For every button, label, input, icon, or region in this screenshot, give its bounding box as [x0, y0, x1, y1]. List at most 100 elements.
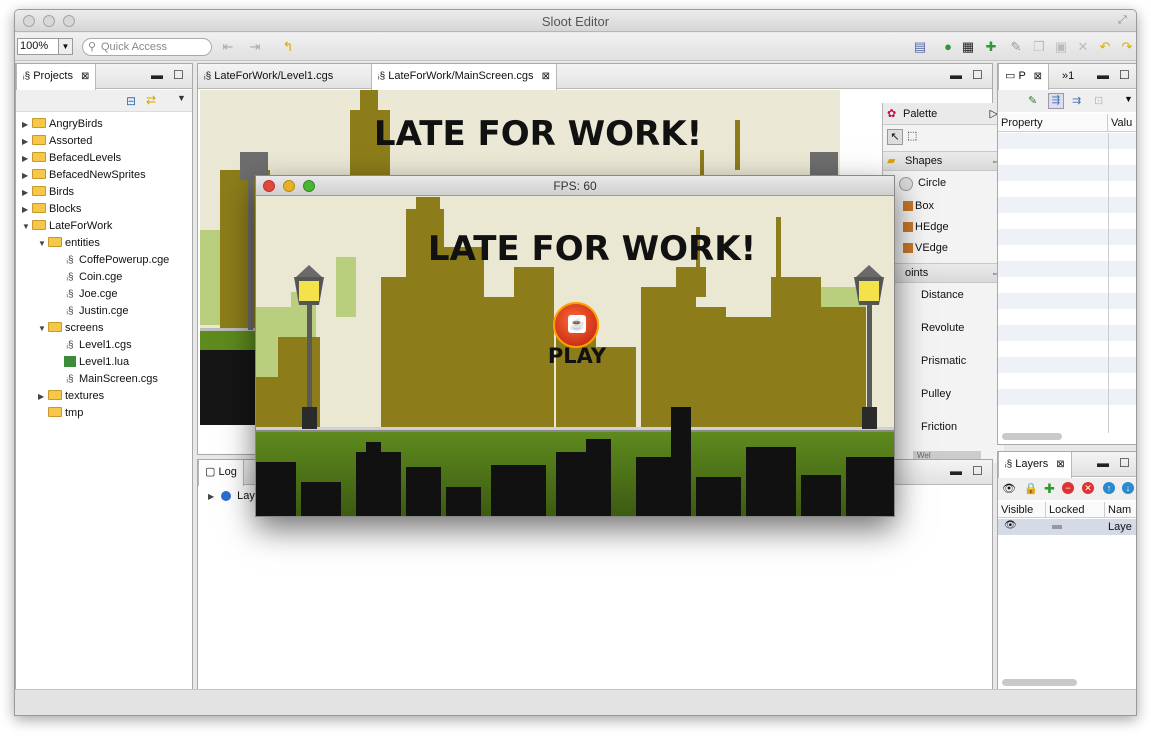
- tree-item[interactable]: ᵢ§ MainScreen.cgs: [22, 371, 169, 388]
- expand-icon[interactable]: ▶: [208, 492, 218, 501]
- tab-mainscreen[interactable]: ᵢ§ LateForWork/MainScreen.cgs ⊠: [371, 64, 557, 90]
- tree-item[interactable]: ▶ BefacedNewSprites: [22, 167, 169, 184]
- grid-icon[interactable]: ▦: [960, 39, 976, 55]
- filter-icon[interactable]: ⇉: [1072, 94, 1081, 107]
- tree-item[interactable]: ▶ Birds: [22, 184, 169, 201]
- palette-item-circle[interactable]: Circle: [883, 173, 1004, 194]
- palette-item-hedge[interactable]: HEdge: [883, 217, 1004, 238]
- tree-item[interactable]: ▶ textures: [22, 388, 169, 405]
- forward-nav-icon[interactable]: ⇥: [247, 39, 263, 55]
- expand-icon[interactable]: ▶: [22, 167, 32, 184]
- palette-item-pulley[interactable]: Pulley: [883, 384, 1004, 405]
- expand-icon[interactable]: ▶: [22, 201, 32, 218]
- expand-icon[interactable]: ▶: [22, 116, 32, 133]
- eye-icon[interactable]: 👁: [1002, 482, 1016, 495]
- delete-layer-icon[interactable]: ✕: [1082, 482, 1094, 494]
- maximize-icon[interactable]: ☐: [972, 464, 983, 478]
- palette-item-prismatic[interactable]: Prismatic: [883, 351, 1004, 372]
- last-edit-icon[interactable]: ↰: [280, 39, 296, 55]
- link-editor-icon[interactable]: ⇄: [146, 93, 156, 107]
- property-row[interactable]: [998, 261, 1136, 277]
- tab-projects[interactable]: ᵢ§ Projects ⊠: [16, 64, 97, 90]
- tree-item[interactable]: ▼ entities: [22, 235, 169, 252]
- property-row[interactable]: [998, 277, 1136, 293]
- value-column-header[interactable]: Valu: [1108, 114, 1136, 132]
- close-icon[interactable]: ⊠: [1056, 459, 1064, 470]
- property-row[interactable]: [998, 357, 1136, 373]
- view-menu-icon[interactable]: ▼: [1124, 94, 1133, 104]
- maximize-icon[interactable]: ☐: [972, 68, 983, 82]
- expand-icon[interactable]: ▶: [38, 388, 48, 405]
- property-row[interactable]: [998, 373, 1136, 389]
- pin-icon[interactable]: ✎: [1028, 94, 1037, 107]
- zoom-select[interactable]: 100% ▼: [17, 38, 73, 55]
- maximize-icon[interactable]: ☐: [1119, 68, 1130, 82]
- palette-item-distance[interactable]: Distance: [883, 285, 1004, 306]
- redo-icon[interactable]: ↷: [1119, 39, 1135, 55]
- delete-icon[interactable]: ✕: [1075, 39, 1091, 55]
- copy-icon[interactable]: ❐: [1031, 39, 1047, 55]
- property-row[interactable]: [998, 325, 1136, 341]
- undo-icon[interactable]: ↶: [1097, 39, 1113, 55]
- palette-item-revolute[interactable]: Revolute: [883, 318, 1004, 339]
- tree-item[interactable]: Level1.lua: [22, 354, 169, 371]
- horizontal-scrollbar[interactable]: [1002, 433, 1062, 440]
- collapse-icon[interactable]: ▼: [22, 218, 32, 235]
- restore-default-icon[interactable]: ⊡: [1094, 94, 1103, 107]
- lock-icon[interactable]: 🔒: [1024, 482, 1038, 495]
- play-label[interactable]: PLAY: [541, 344, 613, 368]
- property-row[interactable]: [998, 229, 1136, 245]
- expand-icon[interactable]: ▶: [22, 133, 32, 150]
- tree-item[interactable]: ▶ Assorted: [22, 133, 169, 150]
- collapse-all-icon[interactable]: ⊟: [126, 94, 136, 108]
- maximize-icon[interactable]: ☐: [1119, 456, 1130, 470]
- tree-item[interactable]: ▼ LateForWork: [22, 218, 169, 235]
- minimize-icon[interactable]: ▬: [950, 464, 962, 478]
- shapes-drawer[interactable]: ▰ Shapes ⇔: [883, 151, 1004, 171]
- tree-item[interactable]: ᵢ§ Level1.cgs: [22, 337, 169, 354]
- maximize-icon[interactable]: ☐: [173, 68, 184, 82]
- log-tree-item[interactable]: ▶ Laye: [208, 490, 261, 502]
- wand-icon[interactable]: ✎: [1008, 39, 1024, 55]
- collapse-icon[interactable]: ▼: [38, 235, 48, 252]
- property-row[interactable]: [998, 213, 1136, 229]
- property-row[interactable]: [998, 165, 1136, 181]
- property-row[interactable]: [998, 181, 1136, 197]
- palette-item-box[interactable]: Box: [883, 196, 1004, 217]
- back-nav-icon[interactable]: ⇤: [220, 39, 236, 55]
- quick-access-input[interactable]: ⚲ Quick Access: [82, 38, 212, 56]
- minimize-icon[interactable]: ▬: [950, 68, 962, 82]
- close-icon[interactable]: ⊠: [1034, 71, 1042, 82]
- minimize-icon[interactable]: ▬: [1097, 68, 1109, 82]
- play-button[interactable]: ☕: [553, 302, 599, 348]
- tab-layers[interactable]: ᵢ§ Layers ⊠: [998, 452, 1072, 478]
- palette-item-friction[interactable]: Friction: [883, 417, 1004, 438]
- property-row[interactable]: [998, 149, 1136, 165]
- visible-eye-icon[interactable]: 👁: [1004, 520, 1017, 531]
- property-row[interactable]: [998, 405, 1136, 421]
- palette-item-vedge[interactable]: VEdge: [883, 238, 1004, 259]
- tab-log[interactable]: ▢ Log: [198, 460, 244, 486]
- collapse-icon[interactable]: ▼: [38, 320, 48, 337]
- name-column-header[interactable]: Nam: [1105, 502, 1136, 518]
- horizontal-scrollbar[interactable]: [1002, 679, 1077, 686]
- tree-item[interactable]: ᵢ§ Justin.cge: [22, 303, 169, 320]
- tab-level1[interactable]: ᵢ§ LateForWork/Level1.cgs: [198, 64, 339, 89]
- minimize-icon[interactable]: ▬: [1097, 456, 1109, 470]
- tab-properties[interactable]: ▭ P ⊠: [998, 64, 1050, 90]
- layer-row[interactable]: 👁 Laye: [998, 519, 1136, 535]
- add-body-icon[interactable]: ✚: [983, 39, 999, 55]
- run-icon[interactable]: ●: [940, 39, 956, 55]
- tree-item[interactable]: ▼ screens: [22, 320, 169, 337]
- select-tool-icon[interactable]: ↖: [887, 129, 903, 145]
- add-layer-icon[interactable]: ✚: [1044, 481, 1055, 497]
- joints-drawer[interactable]: oints ⇔: [883, 263, 1004, 283]
- tree-item[interactable]: ▶ AngryBirds: [22, 116, 169, 133]
- new-icon[interactable]: ▤: [912, 39, 928, 55]
- property-row[interactable]: [998, 293, 1136, 309]
- tree-item[interactable]: ᵢ§ Coin.cge: [22, 269, 169, 286]
- property-row[interactable]: [998, 133, 1136, 149]
- visible-column-header[interactable]: Visible: [998, 502, 1046, 518]
- close-icon[interactable]: ⊠: [81, 71, 89, 82]
- chevron-down-icon[interactable]: ▼: [58, 39, 72, 54]
